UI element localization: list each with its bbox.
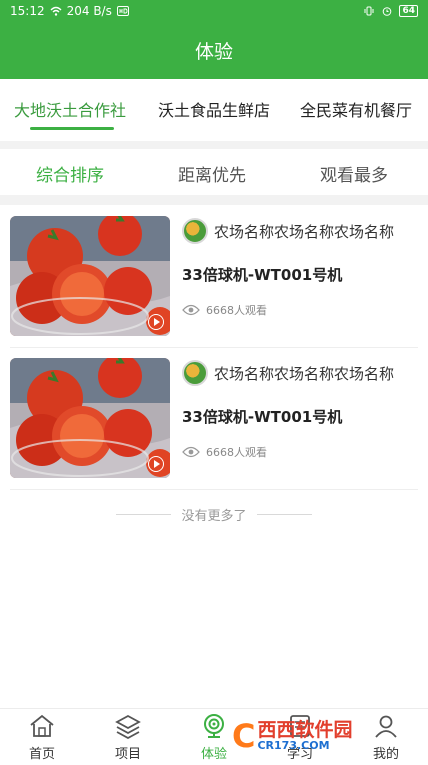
camera-icon: [204, 714, 224, 738]
watermark-sub-text: CR173.COM: [257, 739, 330, 752]
farm-name: 农场名称农场名称农场名称: [214, 364, 395, 383]
sort-bar: 综合排序 距离优先 观看最多: [0, 149, 428, 195]
home-icon: [30, 714, 54, 737]
tab-quanmin-restaurant[interactable]: 全民菜有机餐厅: [300, 97, 412, 121]
farm-info: 农场名称农场名称农场名称: [182, 218, 394, 244]
tab-dadi-cooperative[interactable]: 大地沃土合作社: [14, 97, 126, 121]
nav-home[interactable]: 首页: [12, 713, 72, 763]
camera-card[interactable]: 农场名称农场名称农场名称 33倍球机-WT001号机 6668人观看: [10, 216, 418, 336]
watermark-logo-icon: C: [232, 717, 256, 755]
nav-projects[interactable]: 项目: [98, 713, 158, 763]
nav-label: 首页: [28, 747, 55, 762]
farm-info: 农场名称农场名称农场名称: [182, 360, 394, 386]
category-tabs: 大地沃土合作社 沃土食品生鲜店 全民菜有机餐厅: [0, 79, 428, 141]
network-speed: 204 B/s: [66, 4, 112, 18]
section-divider: [0, 195, 428, 205]
eye-icon: [182, 446, 200, 458]
eye-icon: [182, 304, 200, 316]
battery-indicator: 64: [399, 5, 418, 17]
list-end-indicator: 没有更多了: [0, 504, 428, 524]
sort-comprehensive[interactable]: 综合排序: [36, 161, 104, 186]
watermark-main-text: 西西软件园: [257, 719, 353, 741]
sort-most-viewed[interactable]: 观看最多: [320, 161, 388, 186]
nav-label: 项目: [114, 747, 141, 762]
divider-line: [116, 513, 172, 515]
list-divider: [10, 489, 418, 490]
divider-line: [256, 513, 312, 515]
camera-thumbnail[interactable]: [10, 358, 170, 478]
camera-thumbnail[interactable]: [10, 216, 170, 336]
layers-icon: [115, 714, 141, 739]
farm-name: 农场名称农场名称农场名称: [214, 222, 395, 241]
list-end-text: 没有更多了: [181, 508, 247, 524]
vibrate-icon: [364, 6, 374, 16]
play-icon[interactable]: [148, 456, 164, 472]
nav-label: 体验: [200, 747, 227, 762]
sort-distance[interactable]: 距离优先: [178, 161, 246, 186]
view-count: 6668人观看: [182, 444, 267, 460]
page-title: 体验: [194, 41, 233, 63]
section-divider: [0, 141, 428, 149]
camera-card[interactable]: 农场名称农场名称农场名称 33倍球机-WT001号机 6668人观看: [10, 358, 418, 478]
camera-title: 33倍球机-WT001号机: [182, 408, 343, 426]
list-divider: [10, 347, 418, 348]
alarm-icon: [383, 7, 392, 16]
view-count-text: 6668人观看: [206, 304, 267, 317]
tab-wotu-fresh-store[interactable]: 沃土食品生鲜店: [158, 97, 270, 121]
status-time: 15:12: [10, 4, 45, 18]
tomato-image: [10, 358, 170, 478]
wifi-icon: [50, 6, 62, 16]
tomato-image: [10, 216, 170, 336]
play-icon[interactable]: [148, 314, 164, 330]
active-tab-indicator: [30, 127, 114, 130]
farm-logo-icon: [182, 360, 208, 386]
site-watermark: C 西西软件园 CR173.COM: [232, 714, 412, 758]
camera-title: 33倍球机-WT001号机: [182, 266, 343, 284]
title-bar: 体验: [0, 22, 428, 79]
view-count-text: 6668人观看: [206, 446, 267, 459]
view-count: 6668人观看: [182, 302, 267, 318]
farm-logo-icon: [182, 218, 208, 244]
hd-signal-icon: [116, 6, 129, 16]
status-bar: 15:12 204 B/s 64: [0, 0, 428, 22]
